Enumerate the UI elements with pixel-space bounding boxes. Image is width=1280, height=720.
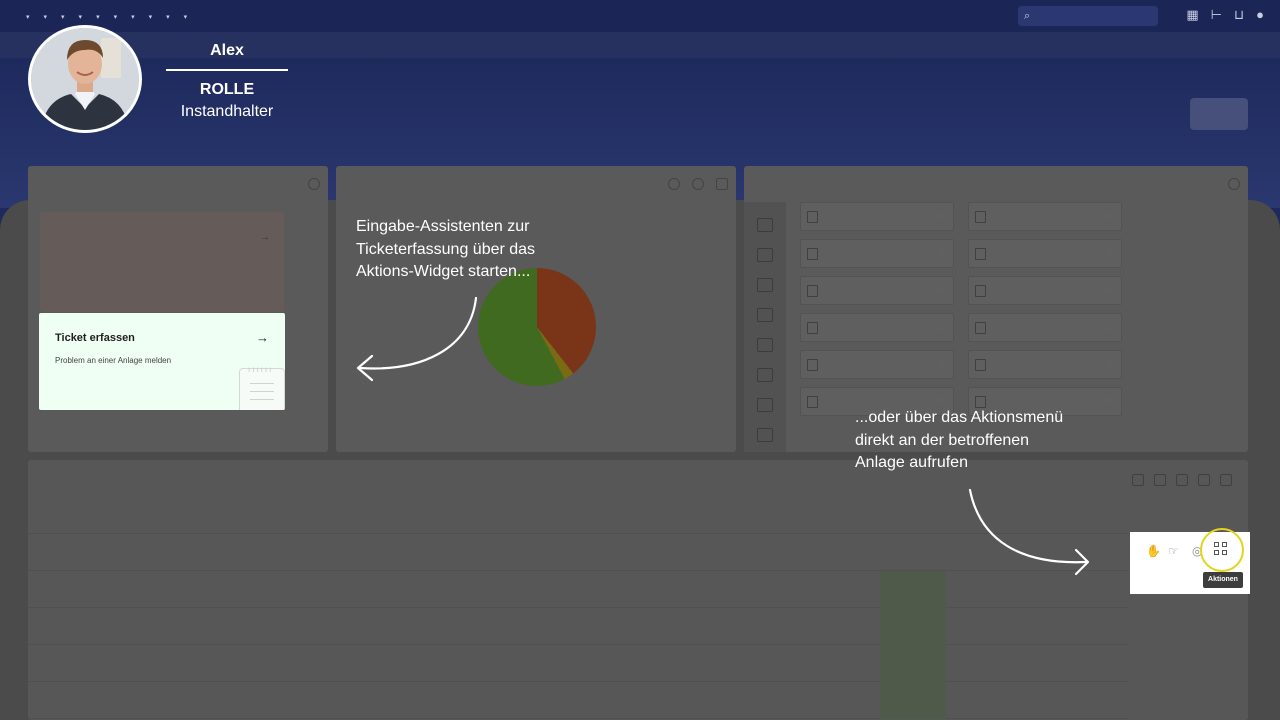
service-tile-grid: ☆ ☆ ☆ ☆ ☆ ☆ ☆ ☆ ☆ ☆ ☆ ☆ xyxy=(800,202,1122,416)
sidebar-icon[interactable] xyxy=(757,218,773,232)
sidebar-icon[interactable] xyxy=(757,248,773,262)
star-icon[interactable]: ☆ xyxy=(1105,246,1115,259)
status-pie-chart xyxy=(478,268,596,386)
role-label: ROLLE xyxy=(199,81,255,98)
table-row[interactable] xyxy=(28,608,1128,645)
menu-item[interactable] xyxy=(61,11,65,21)
sidebar-icon[interactable] xyxy=(757,338,773,352)
star-icon[interactable]: ☆ xyxy=(937,209,947,222)
sidebar-icon[interactable] xyxy=(757,278,773,292)
service-tile[interactable]: ☆ xyxy=(968,276,1122,305)
star-icon[interactable]: ☆ xyxy=(937,394,947,407)
arrow-right-icon: → xyxy=(260,232,270,243)
service-tile[interactable]: ☆ xyxy=(968,350,1122,379)
settings-icon[interactable] xyxy=(1228,178,1240,190)
header-action-button[interactable] xyxy=(1190,98,1248,130)
service-tile[interactable]: ☆ xyxy=(968,313,1122,342)
top-navigation: ⌕ ▦ ⊢ ⊔ ● xyxy=(0,0,1280,32)
service-tile[interactable]: ☆ xyxy=(800,313,954,342)
top-icons: ▦ ⊢ ⊔ ● xyxy=(1186,7,1264,23)
menu-item[interactable] xyxy=(79,11,83,21)
ticket-card-title: Ticket erfassen xyxy=(55,332,135,344)
table-row[interactable] xyxy=(28,571,1128,608)
refresh-icon[interactable] xyxy=(668,178,680,190)
table-row[interactable] xyxy=(28,645,1128,682)
table-row[interactable] xyxy=(28,534,1128,571)
star-icon[interactable]: ☆ xyxy=(937,320,947,333)
cart-icon[interactable]: ⊔ xyxy=(1234,7,1244,23)
star-icon[interactable]: ☆ xyxy=(1105,209,1115,222)
avatar xyxy=(28,25,142,133)
role-value: Instandhalter xyxy=(180,103,274,120)
grid-icon[interactable]: ▦ xyxy=(1186,7,1198,23)
menu-item[interactable] xyxy=(184,11,188,21)
star-icon[interactable]: ☆ xyxy=(937,246,947,259)
service-tile[interactable]: ☆ xyxy=(800,239,954,268)
tickets-table xyxy=(28,506,1128,719)
service-tile[interactable]: ☆ xyxy=(968,202,1122,231)
menu-item[interactable] xyxy=(114,11,118,21)
table-row[interactable] xyxy=(28,682,1128,719)
notepad-icon: ıııııı xyxy=(239,365,285,410)
my-tickets-widget xyxy=(28,460,1248,720)
expand-icon[interactable] xyxy=(716,178,728,190)
service-tile[interactable]: ☆ xyxy=(800,276,954,305)
profile-name: Alex xyxy=(210,42,244,59)
service-sidebar xyxy=(744,202,786,452)
divider xyxy=(166,69,288,71)
callout-secondary: ...oder über das Aktionsmenü direkt an d… xyxy=(855,409,1064,471)
highlight-circle xyxy=(1200,528,1244,572)
search-icon: ⌕ xyxy=(1024,10,1031,22)
star-icon[interactable]: ☆ xyxy=(1105,320,1115,333)
callout-primary: Eingabe-Assistenten zur Ticketerfassung … xyxy=(356,218,536,280)
service-tile[interactable]: ☆ xyxy=(800,350,954,379)
menu-item[interactable] xyxy=(26,11,30,21)
new-asset-card[interactable]: → xyxy=(40,212,284,312)
hierarchy-icon[interactable]: ⊢ xyxy=(1211,7,1222,23)
menu-item[interactable] xyxy=(44,11,48,21)
mail-icon[interactable] xyxy=(1132,474,1144,486)
settings-icon[interactable] xyxy=(692,178,704,190)
star-icon[interactable]: ☆ xyxy=(1105,283,1115,296)
star-icon[interactable]: ☆ xyxy=(1105,357,1115,370)
table-toolbar xyxy=(1132,474,1232,486)
menu-item[interactable] xyxy=(149,11,153,21)
star-icon[interactable]: ☆ xyxy=(937,357,947,370)
ticket-card-subtitle: Problem an einer Anlage melden xyxy=(55,356,172,365)
service-tile[interactable]: ☆ xyxy=(968,239,1122,268)
table-header xyxy=(28,506,1128,534)
star-icon[interactable]: ☆ xyxy=(1105,394,1115,407)
menu-item[interactable] xyxy=(96,11,100,21)
user-avatar-icon[interactable]: ● xyxy=(1256,7,1264,23)
settings-icon[interactable] xyxy=(308,178,320,190)
pointer-icon[interactable]: ☞ xyxy=(1168,544,1179,558)
arrow-right-icon: → xyxy=(256,330,269,345)
export-icon[interactable] xyxy=(1154,474,1166,486)
sidebar-icon[interactable] xyxy=(757,398,773,412)
status-widget xyxy=(336,166,736,452)
sidebar-icon[interactable] xyxy=(757,368,773,382)
star-icon[interactable]: ☆ xyxy=(937,283,947,296)
actions-tooltip: Aktionen xyxy=(1203,572,1243,588)
sidebar-icon[interactable] xyxy=(757,428,773,442)
grid-icon[interactable] xyxy=(1198,474,1210,486)
settings-icon[interactable] xyxy=(1220,474,1232,486)
hand-icon[interactable]: ✋ xyxy=(1146,544,1161,558)
service-tile[interactable]: ☆ xyxy=(800,202,954,231)
sidebar-icon[interactable] xyxy=(757,308,773,322)
menu-item[interactable] xyxy=(131,11,135,21)
search-input[interactable]: ⌕ xyxy=(1018,6,1158,26)
ticket-create-card[interactable]: Ticket erfassen Problem an einer Anlage … xyxy=(39,313,285,410)
main-menu xyxy=(26,11,187,21)
filter-icon[interactable] xyxy=(1176,474,1188,486)
menu-item[interactable] xyxy=(166,11,170,21)
